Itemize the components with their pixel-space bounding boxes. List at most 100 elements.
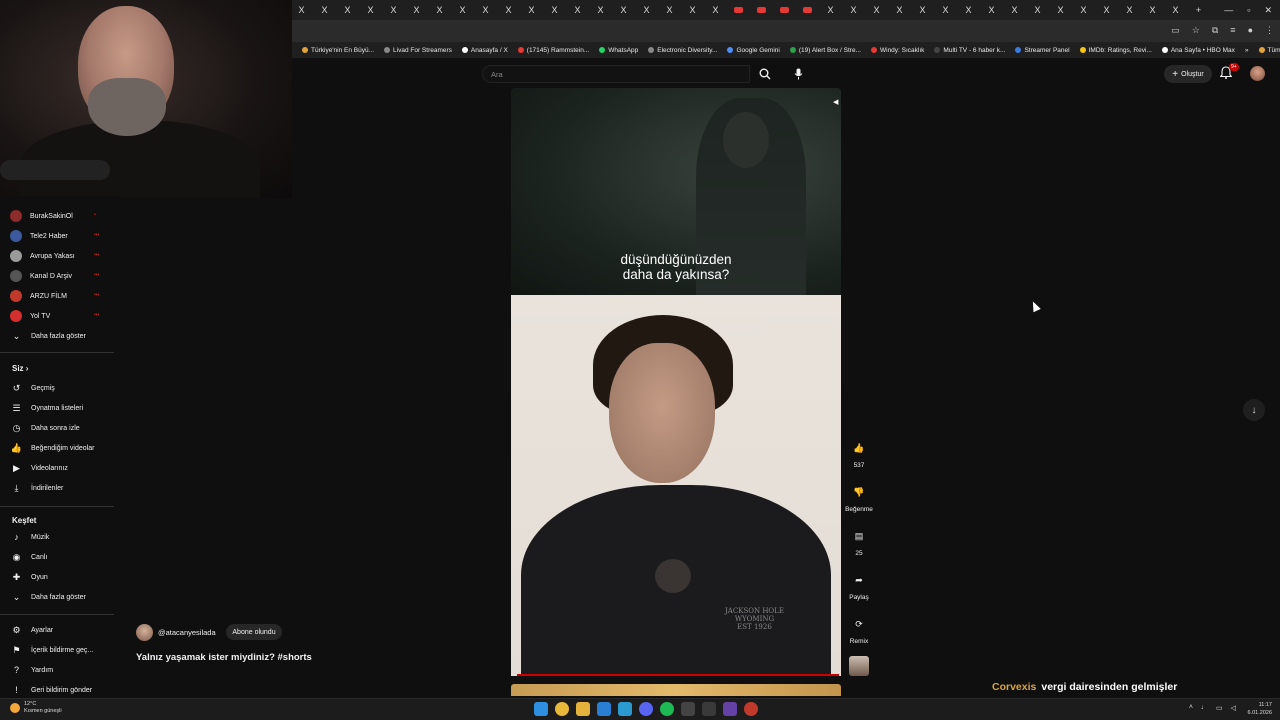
bookmark-item[interactable]: Electronic Diversity... [648, 47, 717, 54]
edge-icon[interactable] [597, 702, 611, 716]
browser-tab[interactable]: X [566, 0, 589, 20]
browser-tab[interactable]: X [382, 0, 405, 20]
sidebar-subscription-item[interactable]: Kanal D Arşiv [10, 266, 72, 286]
browser-tab[interactable]: X [1026, 0, 1049, 20]
bookmark-item[interactable]: (17145) Rammstein... [517, 47, 589, 54]
browser-tab[interactable]: X [635, 0, 658, 20]
browser-tab[interactable]: X [405, 0, 428, 20]
browser-tab[interactable]: X [474, 0, 497, 20]
bookmark-item[interactable]: IMDb: Ratings, Revi... [1079, 47, 1152, 54]
bookmark-item[interactable]: (19) Alert Box / Stre... [789, 47, 861, 54]
browser-tab[interactable]: X [750, 0, 773, 20]
bookmark-item[interactable]: Multi TV - 6 haber k... [934, 47, 1005, 54]
browser-tab[interactable]: X [612, 0, 635, 20]
sidebar-item[interactable]: 👍 Beğendiğim videolar [10, 438, 95, 458]
browser-tab[interactable]: X [658, 0, 681, 20]
twitch-icon[interactable] [723, 702, 737, 716]
file-explorer-icon[interactable] [576, 702, 590, 716]
recording-icon[interactable] [744, 702, 758, 716]
minimize-button[interactable]: — [1224, 5, 1233, 15]
browser-tab[interactable]: X [1118, 0, 1141, 20]
account-avatar[interactable] [1250, 66, 1265, 81]
browser-tab[interactable]: X [934, 0, 957, 20]
voice-search-button[interactable] [788, 64, 808, 84]
browser-tab[interactable]: X [1095, 0, 1118, 20]
short-video-player[interactable]: düşündüğünüzden daha da yakınsa? JACKSON… [511, 88, 841, 676]
sidebar-item[interactable]: ↺ Geçmiş [10, 378, 55, 398]
collapse-triangle-icon[interactable]: ◀ [833, 98, 841, 106]
sidebar-subscription-item[interactable]: Tele2 Haber [10, 226, 68, 246]
you-section-heading[interactable]: Siz › [12, 364, 28, 373]
address-bar[interactable]: ▭ ☆ ⧉ ≡ ● ⋮ [290, 20, 1280, 42]
sidebar-subscription-item[interactable]: BurakSakinOl [10, 206, 73, 226]
app-icon[interactable] [681, 702, 695, 716]
sidebar-item[interactable]: ⚙ Ayarlar [10, 620, 53, 640]
share-button[interactable]: ➦ Paylaş [845, 570, 873, 602]
browser-tab[interactable]: X [589, 0, 612, 20]
chevron-up-icon[interactable]: ˄ [1189, 704, 1193, 712]
sidebar-item[interactable]: ☰ Oynatma listeleri [10, 398, 83, 418]
bookmark-item[interactable]: » [1245, 47, 1249, 54]
sidebar-subscription-item[interactable]: ARZU FİLM [10, 286, 67, 306]
create-button[interactable]: + Oluştur [1164, 65, 1212, 83]
sidebar-item[interactable]: ✚ Oyun [10, 567, 48, 587]
browser-tab[interactable]: X [704, 0, 727, 20]
bookmark-item[interactable]: Livad For Streamers [384, 47, 452, 54]
browser-tab[interactable]: X [336, 0, 359, 20]
browser-tab[interactable]: X [957, 0, 980, 20]
search-input[interactable]: Ara [482, 65, 750, 83]
volume-icon[interactable]: ◁ [1231, 704, 1236, 712]
sidebar-subscription-item[interactable]: Avrupa Yakası [10, 246, 75, 266]
bookmark-item[interactable]: Anasayfa / X [461, 47, 508, 54]
menu-icon[interactable]: ⋮ [1265, 25, 1274, 36]
browser-tab[interactable]: X [980, 0, 1003, 20]
search-button[interactable] [752, 65, 778, 83]
browser-tab[interactable]: X [796, 0, 819, 20]
browser-tab[interactable]: X [727, 0, 750, 20]
subscribed-button[interactable]: Abone olundu [226, 624, 282, 640]
sidebar-item[interactable]: ♪ Müzik [10, 527, 49, 547]
video-progress-bar[interactable] [517, 674, 839, 676]
channel-avatar[interactable] [136, 624, 153, 641]
cast-icon[interactable]: ▭ [1171, 25, 1180, 36]
clock[interactable]: 11:17 6.01.2026 [1248, 701, 1272, 717]
sidebar-item[interactable]: ▶ Videolarınız [10, 458, 68, 478]
next-short-preview[interactable] [511, 684, 841, 696]
browser-tab[interactable]: X [1049, 0, 1072, 20]
sidebar-item[interactable]: ◷ Daha sonra izle [10, 418, 80, 438]
profile-icon[interactable]: ● [1248, 25, 1253, 36]
browser-tab[interactable]: X [865, 0, 888, 20]
show-more-button[interactable]: ⌄ Daha fazla göster [10, 587, 86, 607]
browser-tab[interactable]: X [1072, 0, 1095, 20]
browser-tab[interactable]: X [428, 0, 451, 20]
new-tab-button[interactable]: + [1187, 0, 1210, 20]
dislike-button[interactable]: 👎 Beğenme [845, 482, 873, 514]
comments-button[interactable]: ▤ 25 [845, 526, 873, 558]
sidebar-item[interactable]: ! Geri bildirim gönder [10, 680, 92, 700]
sidebar-item[interactable]: ? Yardım [10, 660, 53, 680]
bookmark-item[interactable]: Windy: Sıcaklık [870, 47, 924, 54]
next-short-button[interactable]: ↓ [1243, 399, 1265, 421]
browser-tab[interactable]: X [681, 0, 704, 20]
remix-button[interactable]: ⟳ Remix [845, 614, 873, 646]
start-menu-icon[interactable] [534, 702, 548, 716]
browser-tab[interactable]: X [819, 0, 842, 20]
bookmark-item[interactable]: Tüm Yer İşaretleri [1258, 47, 1280, 54]
weather-widget[interactable]: 12°C Kısmen güneşli [10, 701, 62, 715]
tab-search-icon[interactable]: ≡ [1230, 25, 1235, 36]
sidebar-item[interactable]: ◉ Canlı [10, 547, 48, 567]
browser-tab[interactable]: X [773, 0, 796, 20]
spotify-icon[interactable] [660, 702, 674, 716]
bookmark-item[interactable]: Türkiye'nin En Büyü... [302, 47, 374, 54]
browser-tab[interactable]: X [911, 0, 934, 20]
browser-tab[interactable]: X [451, 0, 474, 20]
microphone-tray-icon[interactable]: ♩ [1201, 704, 1208, 712]
maximize-button[interactable]: ▫ [1247, 5, 1250, 15]
close-window-button[interactable]: ✕ [1264, 5, 1272, 16]
show-more-button[interactable]: ⌄ Daha fazla göster [10, 326, 86, 346]
star-icon[interactable]: ☆ [1192, 25, 1200, 36]
network-icon[interactable]: ▭ [1216, 704, 1223, 712]
sidebar-item[interactable]: ⚑ İçerik bildirme geç... [10, 640, 93, 660]
channel-name[interactable]: @atacanyesilada [158, 628, 216, 637]
browser-tab[interactable]: X [359, 0, 382, 20]
